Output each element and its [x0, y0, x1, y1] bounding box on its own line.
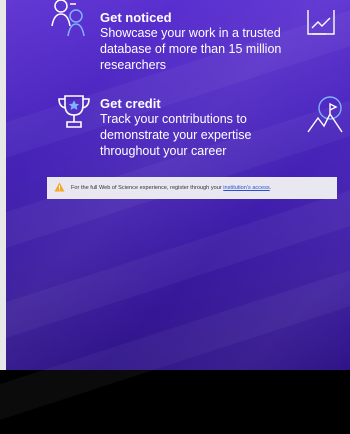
- warning-icon: [54, 182, 65, 194]
- feature-title: Get noticed: [100, 10, 172, 25]
- trophy-icon: [56, 93, 92, 131]
- mountain-flag-icon: [306, 94, 346, 134]
- left-edge: [0, 0, 6, 370]
- notice-suffix: .: [269, 185, 272, 191]
- institution-access-link[interactable]: institution's access: [223, 185, 269, 191]
- feature-description: Track your contributions to demonstrate …: [100, 112, 252, 158]
- background-stripe: [0, 240, 350, 434]
- notice-text: For the full Web of Science experience, …: [71, 185, 222, 191]
- registration-notice: For the full Web of Science experience, …: [47, 177, 337, 199]
- feature-get-credit: Get credit Track your contributions to d…: [100, 96, 290, 159]
- feature-description: Showcase your work in a trusted database…: [100, 26, 282, 72]
- people-network-icon: [48, 0, 92, 40]
- feature-get-noticed: Get noticed Showcase your work in a trus…: [100, 10, 290, 73]
- document-chart-icon: [302, 8, 338, 44]
- feature-title: Get credit: [100, 96, 161, 111]
